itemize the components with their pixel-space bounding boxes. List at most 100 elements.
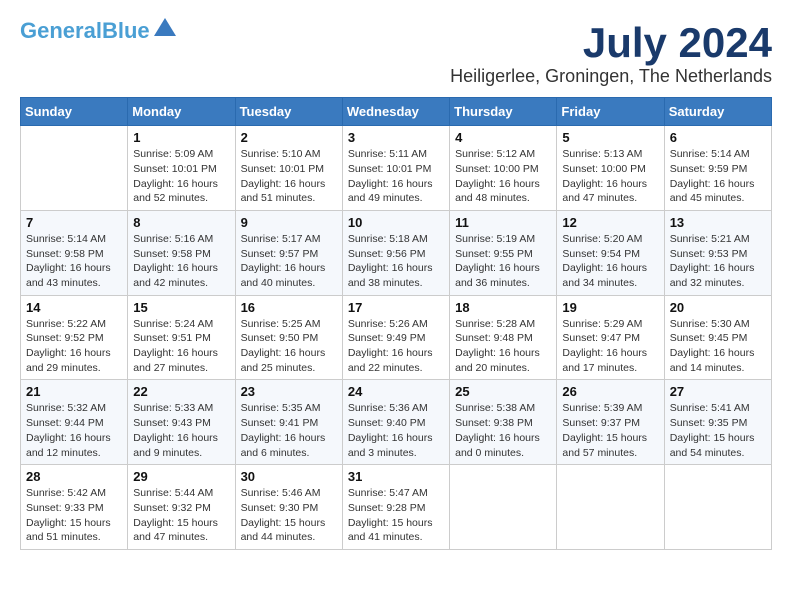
table-cell: 10 Sunrise: 5:18 AMSunset: 9:56 PMDayligh… (342, 210, 449, 295)
table-cell: 16 Sunrise: 5:25 AMSunset: 9:50 PMDayligh… (235, 295, 342, 380)
header-saturday: Saturday (664, 98, 771, 126)
table-cell: 1 Sunrise: 5:09 AMSunset: 10:01 PMDayligh… (128, 126, 235, 211)
day-number: 23 (241, 384, 337, 399)
day-info: Sunrise: 5:26 AMSunset: 9:49 PMDaylight:… (348, 317, 444, 376)
header-thursday: Thursday (450, 98, 557, 126)
logo: GeneralBlue (20, 20, 176, 42)
day-info: Sunrise: 5:39 AMSunset: 9:37 PMDaylight:… (562, 401, 658, 460)
day-number: 6 (670, 130, 766, 145)
day-info: Sunrise: 5:42 AMSunset: 9:33 PMDaylight:… (26, 486, 122, 545)
month-title: July 2024 (450, 20, 772, 66)
calendar-week-2: 7Sunrise: 5:14 AMSunset: 9:58 PMDaylight… (21, 210, 772, 295)
day-info: Sunrise: 5:22 AMSunset: 9:52 PMDaylight:… (26, 317, 122, 376)
day-number: 31 (348, 469, 444, 484)
day-info: Sunrise: 5:24 AMSunset: 9:51 PMDaylight:… (133, 317, 229, 376)
table-cell: 26 Sunrise: 5:39 AMSunset: 9:37 PMDayligh… (557, 380, 664, 465)
day-info: Sunrise: 5:47 AMSunset: 9:28 PMDaylight:… (348, 486, 444, 545)
day-info: Sunrise: 5:33 AMSunset: 9:43 PMDaylight:… (133, 401, 229, 460)
table-cell: 27Sunrise: 5:41 AMSunset: 9:35 PMDayligh… (664, 380, 771, 465)
title-area: July 2024 Heiligerlee, Groningen, The Ne… (450, 20, 772, 87)
day-info: Sunrise: 5:21 AMSunset: 9:53 PMDaylight:… (670, 232, 766, 291)
table-cell: 12Sunrise: 5:20 AMSunset: 9:54 PMDayligh… (557, 210, 664, 295)
table-cell (450, 465, 557, 550)
day-number: 16 (241, 300, 337, 315)
day-info: Sunrise: 5:46 AMSunset: 9:30 PMDaylight:… (241, 486, 337, 545)
table-cell (21, 126, 128, 211)
logo-text: GeneralBlue (20, 20, 150, 42)
table-cell: 9 Sunrise: 5:17 AMSunset: 9:57 PMDaylight… (235, 210, 342, 295)
day-number: 2 (241, 130, 337, 145)
day-info: Sunrise: 5:10 AMSunset: 10:01 PMDaylight… (241, 147, 337, 206)
day-number: 26 (562, 384, 658, 399)
location-title: Heiligerlee, Groningen, The Netherlands (450, 66, 772, 87)
day-number: 7 (26, 215, 122, 230)
day-number: 15 (133, 300, 229, 315)
table-cell: 3 Sunrise: 5:11 AMSunset: 10:01 PMDayligh… (342, 126, 449, 211)
day-number: 21 (26, 384, 122, 399)
day-info: Sunrise: 5:20 AMSunset: 9:54 PMDaylight:… (562, 232, 658, 291)
table-cell: 17 Sunrise: 5:26 AMSunset: 9:49 PMDayligh… (342, 295, 449, 380)
day-number: 10 (348, 215, 444, 230)
day-number: 22 (133, 384, 229, 399)
calendar-week-4: 21 Sunrise: 5:32 AMSunset: 9:44 PMDayligh… (21, 380, 772, 465)
table-cell: 29 Sunrise: 5:44 AMSunset: 9:32 PMDayligh… (128, 465, 235, 550)
table-cell: 28 Sunrise: 5:42 AMSunset: 9:33 PMDayligh… (21, 465, 128, 550)
table-cell: 22 Sunrise: 5:33 AMSunset: 9:43 PMDayligh… (128, 380, 235, 465)
header-sunday: Sunday (21, 98, 128, 126)
day-number: 18 (455, 300, 551, 315)
day-info: Sunrise: 5:32 AMSunset: 9:44 PMDaylight:… (26, 401, 122, 460)
table-cell: 19Sunrise: 5:29 AMSunset: 9:47 PMDayligh… (557, 295, 664, 380)
table-cell: 15 Sunrise: 5:24 AMSunset: 9:51 PMDayligh… (128, 295, 235, 380)
calendar-table: Sunday Monday Tuesday Wednesday Thursday… (20, 97, 772, 550)
day-info: Sunrise: 5:12 AMSunset: 10:00 PMDaylight… (455, 147, 551, 206)
day-info: Sunrise: 5:36 AMSunset: 9:40 PMDaylight:… (348, 401, 444, 460)
day-info: Sunrise: 5:35 AMSunset: 9:41 PMDaylight:… (241, 401, 337, 460)
day-number: 14 (26, 300, 122, 315)
day-info: Sunrise: 5:44 AMSunset: 9:32 PMDaylight:… (133, 486, 229, 545)
day-number: 20 (670, 300, 766, 315)
day-number: 5 (562, 130, 658, 145)
day-info: Sunrise: 5:14 AMSunset: 9:59 PMDaylight:… (670, 147, 766, 206)
day-info: Sunrise: 5:41 AMSunset: 9:35 PMDaylight:… (670, 401, 766, 460)
day-number: 17 (348, 300, 444, 315)
day-info: Sunrise: 5:11 AMSunset: 10:01 PMDaylight… (348, 147, 444, 206)
day-info: Sunrise: 5:09 AMSunset: 10:01 PMDaylight… (133, 147, 229, 206)
calendar-week-5: 28 Sunrise: 5:42 AMSunset: 9:33 PMDayligh… (21, 465, 772, 550)
day-number: 30 (241, 469, 337, 484)
day-info: Sunrise: 5:19 AMSunset: 9:55 PMDaylight:… (455, 232, 551, 291)
day-number: 24 (348, 384, 444, 399)
day-number: 9 (241, 215, 337, 230)
table-cell: 14 Sunrise: 5:22 AMSunset: 9:52 PMDayligh… (21, 295, 128, 380)
day-number: 3 (348, 130, 444, 145)
header-monday: Monday (128, 98, 235, 126)
table-cell: 13 Sunrise: 5:21 AMSunset: 9:53 PMDayligh… (664, 210, 771, 295)
day-info: Sunrise: 5:16 AMSunset: 9:58 PMDaylight:… (133, 232, 229, 291)
header-friday: Friday (557, 98, 664, 126)
day-number: 1 (133, 130, 229, 145)
day-number: 4 (455, 130, 551, 145)
day-number: 29 (133, 469, 229, 484)
table-cell: 24 Sunrise: 5:36 AMSunset: 9:40 PMDayligh… (342, 380, 449, 465)
table-cell: 5 Sunrise: 5:13 AMSunset: 10:00 PMDayligh… (557, 126, 664, 211)
table-cell: 11Sunrise: 5:19 AMSunset: 9:55 PMDayligh… (450, 210, 557, 295)
table-cell (557, 465, 664, 550)
day-info: Sunrise: 5:30 AMSunset: 9:45 PMDaylight:… (670, 317, 766, 376)
day-info: Sunrise: 5:18 AMSunset: 9:56 PMDaylight:… (348, 232, 444, 291)
page-header: GeneralBlue July 2024 Heiligerlee, Groni… (20, 20, 772, 87)
logo-icon (154, 18, 176, 36)
table-cell: 23 Sunrise: 5:35 AMSunset: 9:41 PMDayligh… (235, 380, 342, 465)
table-cell: 30 Sunrise: 5:46 AMSunset: 9:30 PMDayligh… (235, 465, 342, 550)
day-info: Sunrise: 5:29 AMSunset: 9:47 PMDaylight:… (562, 317, 658, 376)
day-info: Sunrise: 5:25 AMSunset: 9:50 PMDaylight:… (241, 317, 337, 376)
day-info: Sunrise: 5:28 AMSunset: 9:48 PMDaylight:… (455, 317, 551, 376)
table-cell: 8Sunrise: 5:16 AMSunset: 9:58 PMDaylight… (128, 210, 235, 295)
table-cell (664, 465, 771, 550)
header-tuesday: Tuesday (235, 98, 342, 126)
table-cell: 2 Sunrise: 5:10 AMSunset: 10:01 PMDayligh… (235, 126, 342, 211)
day-number: 28 (26, 469, 122, 484)
day-info: Sunrise: 5:13 AMSunset: 10:00 PMDaylight… (562, 147, 658, 206)
day-number: 13 (670, 215, 766, 230)
day-info: Sunrise: 5:17 AMSunset: 9:57 PMDaylight:… (241, 232, 337, 291)
table-cell: 20 Sunrise: 5:30 AMSunset: 9:45 PMDayligh… (664, 295, 771, 380)
table-cell: 4 Sunrise: 5:12 AMSunset: 10:00 PMDayligh… (450, 126, 557, 211)
